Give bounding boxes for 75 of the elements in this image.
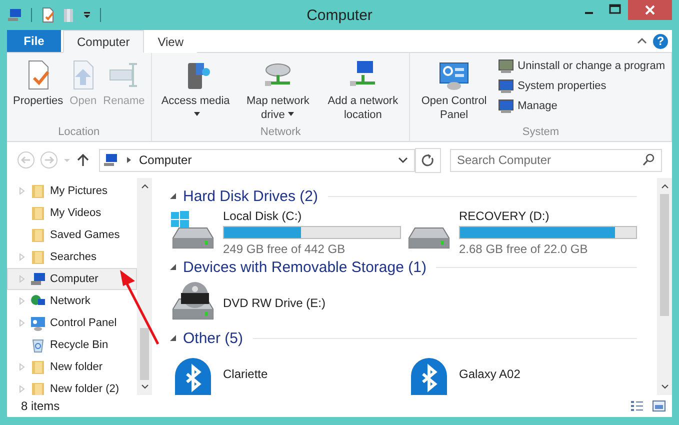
computer-icon: [498, 98, 514, 114]
drive-name[interactable]: RECOVERY (D:): [459, 208, 637, 222]
ribbon-button[interactable]: Add a network location: [320, 57, 406, 124]
folder-icon: [30, 205, 46, 221]
ribbon-button[interactable]: Properties: [11, 57, 66, 110]
section-header[interactable]: Devices with Removable Storage (1): [183, 258, 426, 276]
scrollbar[interactable]: [137, 178, 152, 395]
sidebar-item[interactable]: Searches: [7, 246, 137, 268]
ribbon-tab[interactable]: Computer: [63, 30, 144, 53]
computer-icon: [30, 271, 46, 287]
window-title: Computer: [306, 6, 374, 24]
details-view-icon[interactable]: [630, 399, 644, 413]
dropdown-icon[interactable]: [82, 10, 92, 20]
scroll-thumb[interactable]: [140, 328, 149, 380]
sidebar-item[interactable]: New folder (2): [7, 378, 137, 395]
drive-name[interactable]: Local Disk (C:): [223, 208, 401, 222]
search-icon[interactable]: [642, 152, 656, 166]
collapse-ribbon-icon[interactable]: [637, 36, 647, 46]
group-label: System: [522, 126, 560, 140]
folder-icon: [30, 381, 46, 395]
group-label: Location: [58, 126, 100, 140]
ribbon-tab[interactable]: File: [7, 30, 61, 52]
free-space-text: 249 GB free of 442 GB: [223, 242, 346, 256]
address-path[interactable]: Computer: [139, 153, 192, 167]
ribbon-button[interactable]: Manage: [496, 97, 667, 115]
chevron-icon[interactable]: [125, 156, 133, 164]
scroll-up-icon[interactable]: [140, 182, 148, 190]
recycle-bin-icon: [30, 337, 46, 353]
item-count: 8 items: [21, 399, 60, 413]
ribbon-button[interactable]: Uninstall or change a program: [496, 57, 667, 75]
ribbon-button[interactable]: Access media: [156, 57, 236, 124]
scroll-down-icon[interactable]: [140, 383, 148, 391]
ribbon-button[interactable]: Open Control Panel: [414, 57, 494, 124]
computer-icon: [7, 7, 23, 23]
section-header[interactable]: Hard Disk Drives (2): [183, 188, 318, 204]
close-button[interactable]: [628, 0, 672, 20]
sidebar-item[interactable]: New folder: [7, 356, 137, 378]
refresh-button[interactable]: [415, 148, 441, 172]
control-panel-icon: [30, 315, 46, 331]
help-button[interactable]: ?: [653, 34, 668, 48]
scrollbar[interactable]: [657, 178, 672, 395]
scroll-down-icon[interactable]: [660, 383, 668, 391]
drive-name[interactable]: DVD RW Drive (E:): [223, 296, 401, 310]
folder-icon: [30, 359, 46, 375]
free-space-text: 2.68 GB free of 22.0 GB: [459, 242, 589, 256]
group-label: Network: [260, 126, 301, 140]
drive-name[interactable]: Clariette: [223, 367, 401, 381]
folder-icon: [30, 183, 46, 199]
collapse-icon[interactable]: [169, 334, 177, 342]
up-button[interactable]: [76, 153, 90, 167]
ribbon-button[interactable]: Map network drive: [235, 57, 320, 124]
drive-name[interactable]: Galaxy A02: [459, 367, 637, 381]
section-header[interactable]: Other (5): [183, 330, 244, 346]
scroll-up-icon[interactable]: [660, 182, 668, 190]
address-field[interactable]: Computer: [99, 148, 415, 172]
sidebar-item[interactable]: Recycle Bin: [7, 334, 137, 356]
dropdown-icon[interactable]: [398, 155, 408, 165]
program-icon: [498, 58, 514, 74]
folder-icon: [30, 249, 46, 265]
computer-icon: [498, 78, 514, 94]
collapse-icon[interactable]: [169, 263, 177, 271]
sidebar-item[interactable]: Network: [7, 290, 137, 312]
properties-icon[interactable]: [40, 7, 56, 23]
computer-icon: [103, 152, 119, 168]
sidebar-item[interactable]: My Pictures: [7, 180, 137, 202]
ribbon-button[interactable]: System properties: [496, 77, 667, 95]
scroll-thumb[interactable]: [660, 194, 669, 316]
search-field[interactable]: Search Computer: [450, 148, 662, 172]
sidebar-item[interactable]: My Videos: [7, 202, 137, 224]
tiles-view-icon[interactable]: [652, 399, 666, 413]
sidebar-item[interactable]: Saved Games: [7, 224, 137, 246]
sidebar-item[interactable]: Computer: [7, 268, 137, 290]
sidebar-item[interactable]: Control Panel: [7, 312, 137, 334]
collapse-icon[interactable]: [169, 192, 177, 200]
folder-icon: [30, 227, 46, 243]
